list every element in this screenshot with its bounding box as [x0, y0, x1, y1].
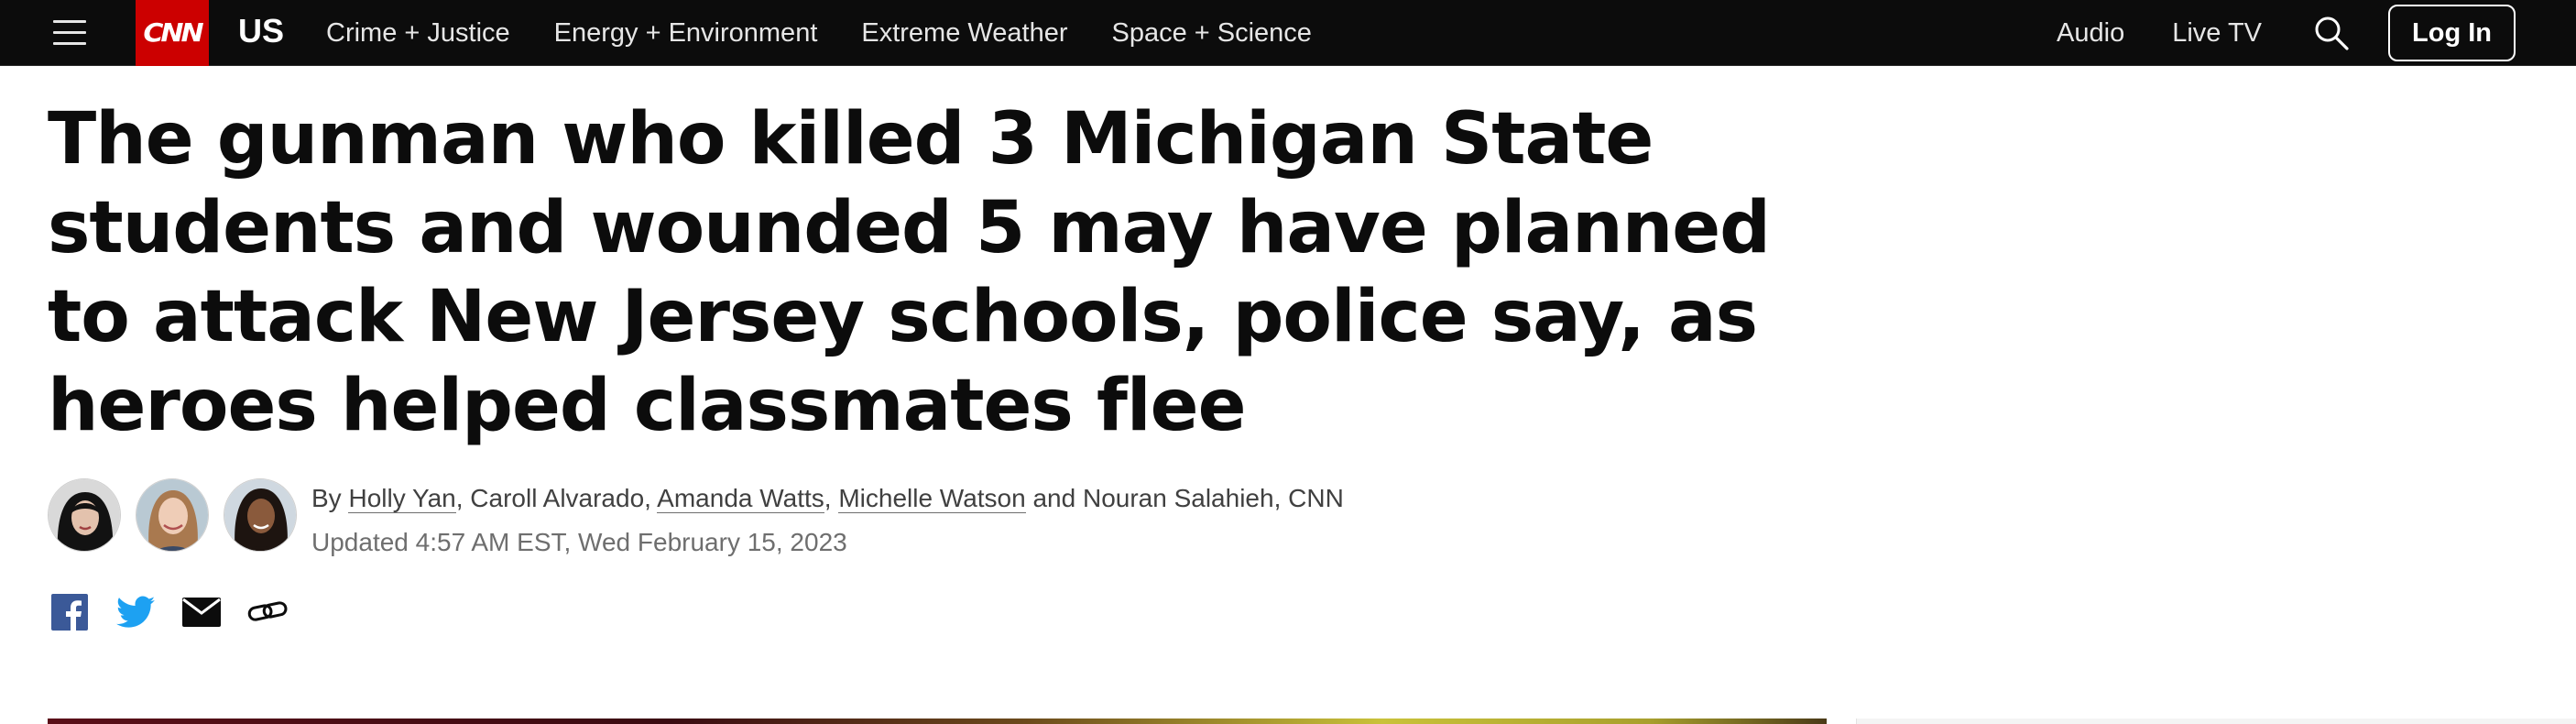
- avatar-michelle-watson[interactable]: [224, 478, 297, 552]
- section-link-us[interactable]: US: [238, 0, 284, 66]
- author-link-amanda-watts[interactable]: Amanda Watts: [657, 484, 824, 513]
- article-headline: The gunman who killed 3 Michigan State s…: [48, 98, 1771, 447]
- share-bar: [49, 592, 313, 632]
- top-navigation-bar: CNN US Crime + Justice Energy + Environm…: [0, 0, 2576, 66]
- link-icon: [247, 601, 288, 621]
- share-twitter-button[interactable]: [115, 592, 156, 632]
- magnifier-icon: [2315, 16, 2349, 50]
- nav-right-group: Audio Live TV Log In: [2057, 0, 2516, 66]
- nav-link-live-tv[interactable]: Live TV: [2172, 18, 2262, 49]
- cnn-logo[interactable]: CNN: [136, 0, 209, 66]
- right-rail-ad-area: [1856, 719, 2576, 724]
- section-nav-links: Crime + Justice Energy + Environment Ext…: [326, 0, 1356, 66]
- nav-link-energy-environment[interactable]: Energy + Environment: [554, 18, 818, 49]
- byline-text: By Holly Yan, Caroll Alvarado, Amanda Wa…: [311, 480, 1344, 561]
- email-icon: [182, 598, 221, 627]
- share-facebook-button[interactable]: [49, 592, 90, 632]
- author-link-holly-yan[interactable]: Holly Yan: [348, 484, 456, 513]
- lead-image[interactable]: [48, 719, 1827, 724]
- byline-rest: and Nouran Salahieh, CNN: [1025, 484, 1344, 512]
- updated-timestamp: Updated 4:57 AM EST, Wed February 15, 20…: [311, 528, 847, 556]
- copy-link-button[interactable]: [247, 592, 288, 632]
- author-line: By Holly Yan, Caroll Alvarado, Amanda Wa…: [311, 480, 1344, 517]
- avatar-holly-yan[interactable]: [48, 478, 121, 552]
- author-photo-icon: [136, 479, 208, 551]
- author-link-michelle-watson[interactable]: Michelle Watson: [838, 484, 1026, 513]
- byline-separator: ,: [824, 484, 839, 512]
- hamburger-menu-icon[interactable]: [51, 15, 88, 51]
- author-photo-icon: [49, 479, 120, 551]
- share-email-button[interactable]: [181, 592, 222, 632]
- nav-link-extreme-weather[interactable]: Extreme Weather: [861, 18, 1067, 49]
- byline: By Holly Yan, Caroll Alvarado, Amanda Wa…: [48, 477, 1344, 556]
- nav-link-space-science[interactable]: Space + Science: [1111, 18, 1311, 49]
- nav-link-crime-justice[interactable]: Crime + Justice: [326, 18, 510, 49]
- twitter-icon: [116, 596, 155, 628]
- author-avatars: [48, 478, 297, 552]
- byline-by: By: [311, 484, 342, 512]
- search-button[interactable]: [2311, 13, 2352, 53]
- avatar-amanda-watts[interactable]: [136, 478, 209, 552]
- facebook-icon: [51, 594, 88, 631]
- login-button[interactable]: Log In: [2388, 5, 2516, 61]
- author-photo-icon: [224, 479, 296, 551]
- nav-link-audio[interactable]: Audio: [2057, 18, 2124, 49]
- byline-separator: , Caroll Alvarado,: [455, 484, 658, 512]
- logo-text: CNN: [143, 17, 203, 49]
